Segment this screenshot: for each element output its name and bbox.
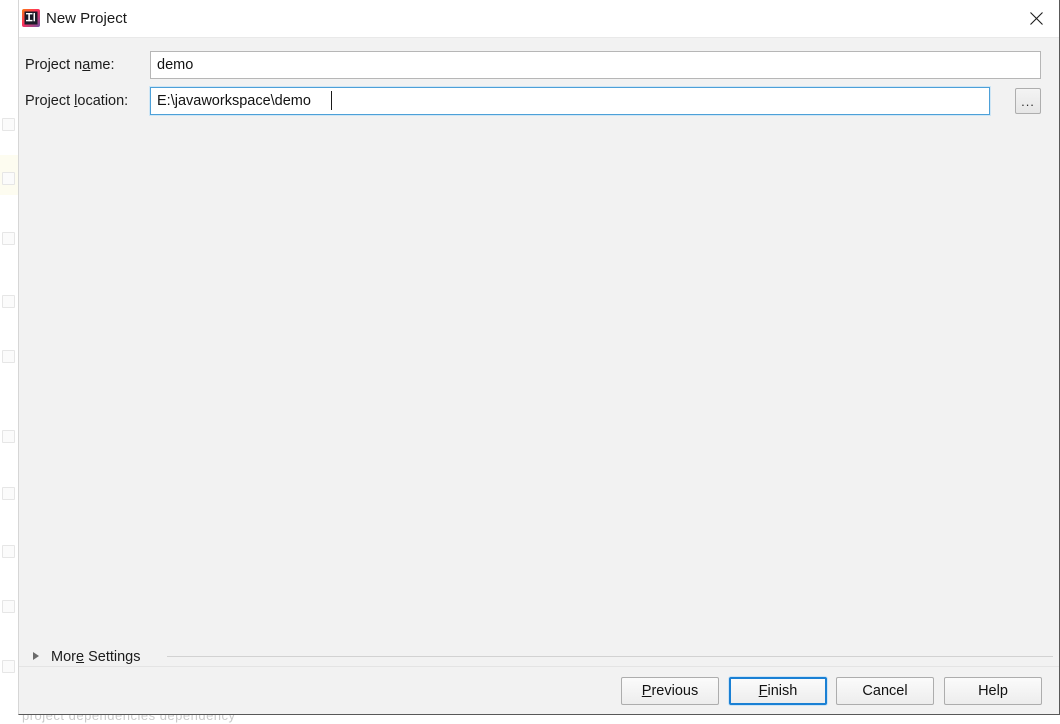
- cancel-button[interactable]: Cancel: [836, 677, 934, 705]
- close-icon[interactable]: [1013, 0, 1059, 36]
- help-button[interactable]: Help: [944, 677, 1042, 705]
- background-ghost-icon: [2, 172, 15, 185]
- background-ghost-icon: [2, 350, 15, 363]
- project-name-label: Project name:: [25, 57, 115, 73]
- background-ide-left-strip: [0, 0, 18, 724]
- background-ghost-icon: [2, 487, 15, 500]
- screenshot-root: project dependencies dependency New Proj…: [0, 0, 1060, 724]
- text-cursor: [331, 91, 332, 110]
- background-ghost-icon: [2, 118, 15, 131]
- background-ghost-icon: [2, 430, 15, 443]
- chevron-right-icon[interactable]: [33, 652, 39, 660]
- background-ghost-icon: [2, 545, 15, 558]
- project-name-input[interactable]: [150, 51, 1041, 79]
- previous-button[interactable]: Previous: [621, 677, 719, 705]
- ellipsis-icon: ...: [1021, 94, 1035, 109]
- more-settings-separator: [167, 656, 1053, 657]
- project-location-row: Project location: ...: [19, 87, 1059, 115]
- background-editor-text: project dependencies dependency: [22, 714, 236, 723]
- intellij-idea-icon: [22, 9, 40, 27]
- project-location-label: Project location:: [25, 93, 129, 109]
- more-settings-label[interactable]: More Settings: [51, 647, 140, 667]
- mnemonic-underline: P: [641, 683, 652, 699]
- background-ghost-icon: [2, 232, 15, 245]
- background-ghost-icon: [2, 295, 15, 308]
- dialog-titlebar: New Project: [19, 0, 1059, 38]
- new-project-dialog: New Project Project name: Project locati…: [18, 0, 1060, 715]
- finish-button[interactable]: Finish: [729, 677, 827, 705]
- browse-location-button[interactable]: ...: [1015, 88, 1041, 114]
- mnemonic-underline: e: [75, 649, 85, 665]
- project-location-input[interactable]: [150, 87, 990, 115]
- background-ide-bottom-strip: project dependencies dependency: [0, 714, 1060, 724]
- dialog-title: New Project: [46, 10, 127, 27]
- mnemonic-underline: F: [758, 683, 768, 699]
- background-ghost-icon: [2, 600, 15, 613]
- background-ghost-icon: [2, 660, 15, 673]
- dialog-button-bar: Previous Finish Cancel Help: [19, 666, 1059, 714]
- project-name-row: Project name:: [19, 51, 1059, 79]
- titlebar-separator: [19, 37, 1059, 38]
